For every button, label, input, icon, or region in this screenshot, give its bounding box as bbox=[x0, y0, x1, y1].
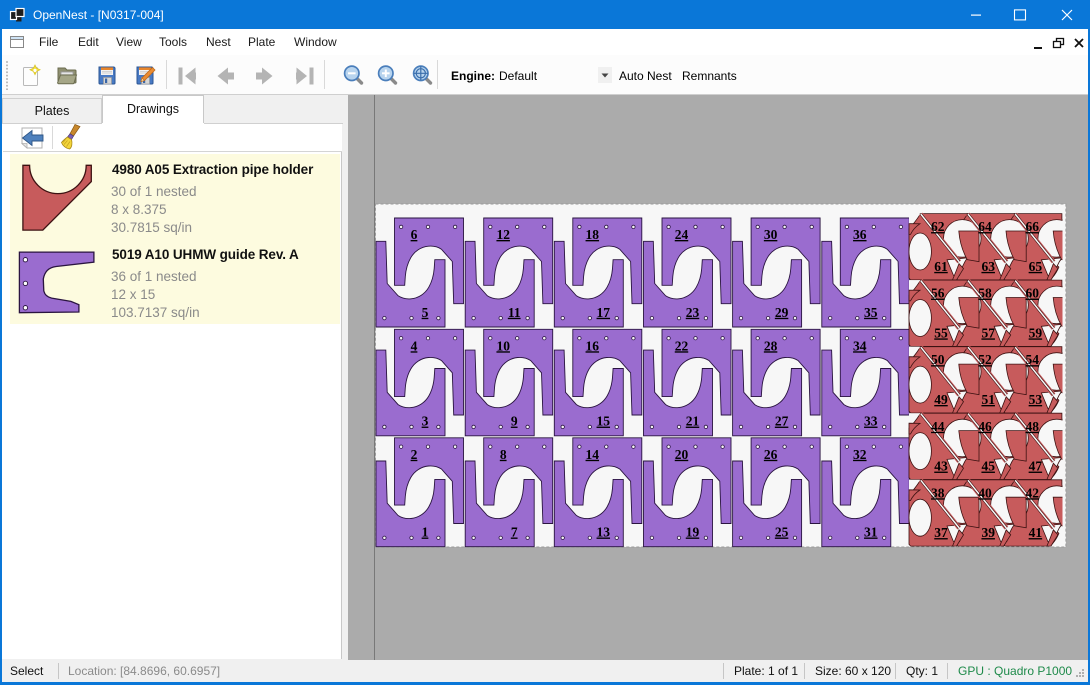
svg-text:62: 62 bbox=[931, 219, 945, 234]
svg-text:41: 41 bbox=[1029, 525, 1043, 540]
svg-text:18: 18 bbox=[586, 227, 600, 242]
svg-text:8: 8 bbox=[500, 447, 507, 462]
svg-text:9: 9 bbox=[511, 414, 518, 429]
svg-text:13: 13 bbox=[597, 525, 611, 540]
svg-text:42: 42 bbox=[1025, 485, 1039, 500]
svg-text:5: 5 bbox=[422, 305, 429, 320]
svg-text:61: 61 bbox=[934, 259, 948, 274]
svg-text:4: 4 bbox=[411, 338, 418, 353]
svg-text:33: 33 bbox=[864, 414, 878, 429]
svg-text:52: 52 bbox=[978, 352, 992, 367]
svg-text:45: 45 bbox=[981, 459, 995, 474]
svg-text:20: 20 bbox=[675, 447, 689, 462]
svg-text:2: 2 bbox=[411, 447, 418, 462]
svg-text:21: 21 bbox=[686, 414, 700, 429]
svg-text:53: 53 bbox=[1029, 392, 1043, 407]
svg-text:36: 36 bbox=[853, 227, 867, 242]
svg-text:43: 43 bbox=[934, 459, 948, 474]
svg-text:17: 17 bbox=[597, 305, 611, 320]
svg-text:22: 22 bbox=[675, 338, 689, 353]
svg-text:59: 59 bbox=[1029, 325, 1043, 340]
svg-text:40: 40 bbox=[978, 485, 992, 500]
svg-text:14: 14 bbox=[586, 447, 600, 462]
svg-text:63: 63 bbox=[981, 259, 995, 274]
svg-text:55: 55 bbox=[934, 325, 948, 340]
svg-text:6: 6 bbox=[411, 227, 418, 242]
svg-text:3: 3 bbox=[422, 414, 429, 429]
svg-text:12: 12 bbox=[496, 227, 510, 242]
svg-text:39: 39 bbox=[981, 525, 995, 540]
svg-text:38: 38 bbox=[931, 485, 945, 500]
svg-text:60: 60 bbox=[1025, 286, 1039, 301]
svg-text:30: 30 bbox=[764, 227, 778, 242]
svg-text:48: 48 bbox=[1025, 419, 1039, 434]
svg-text:31: 31 bbox=[864, 525, 878, 540]
svg-text:16: 16 bbox=[586, 338, 600, 353]
svg-text:64: 64 bbox=[978, 219, 992, 234]
svg-text:37: 37 bbox=[934, 525, 948, 540]
svg-text:7: 7 bbox=[511, 525, 518, 540]
svg-text:11: 11 bbox=[508, 305, 521, 320]
svg-text:54: 54 bbox=[1025, 352, 1039, 367]
svg-text:56: 56 bbox=[931, 286, 945, 301]
svg-text:58: 58 bbox=[978, 286, 992, 301]
svg-text:10: 10 bbox=[496, 338, 510, 353]
svg-text:35: 35 bbox=[864, 305, 878, 320]
svg-text:44: 44 bbox=[931, 419, 945, 434]
svg-text:27: 27 bbox=[775, 414, 789, 429]
svg-text:34: 34 bbox=[853, 338, 867, 353]
svg-text:26: 26 bbox=[764, 447, 778, 462]
svg-text:65: 65 bbox=[1029, 259, 1043, 274]
svg-text:15: 15 bbox=[597, 414, 611, 429]
svg-text:49: 49 bbox=[934, 392, 948, 407]
svg-text:25: 25 bbox=[775, 525, 789, 540]
svg-text:23: 23 bbox=[686, 305, 700, 320]
svg-text:50: 50 bbox=[931, 352, 945, 367]
svg-text:66: 66 bbox=[1025, 219, 1039, 234]
svg-text:47: 47 bbox=[1029, 459, 1043, 474]
svg-text:29: 29 bbox=[775, 305, 789, 320]
svg-text:51: 51 bbox=[981, 392, 995, 407]
svg-text:1: 1 bbox=[422, 525, 429, 540]
svg-text:28: 28 bbox=[764, 338, 778, 353]
svg-text:57: 57 bbox=[981, 325, 995, 340]
svg-text:32: 32 bbox=[853, 447, 867, 462]
svg-text:46: 46 bbox=[978, 419, 992, 434]
svg-text:19: 19 bbox=[686, 525, 700, 540]
svg-text:24: 24 bbox=[675, 227, 689, 242]
